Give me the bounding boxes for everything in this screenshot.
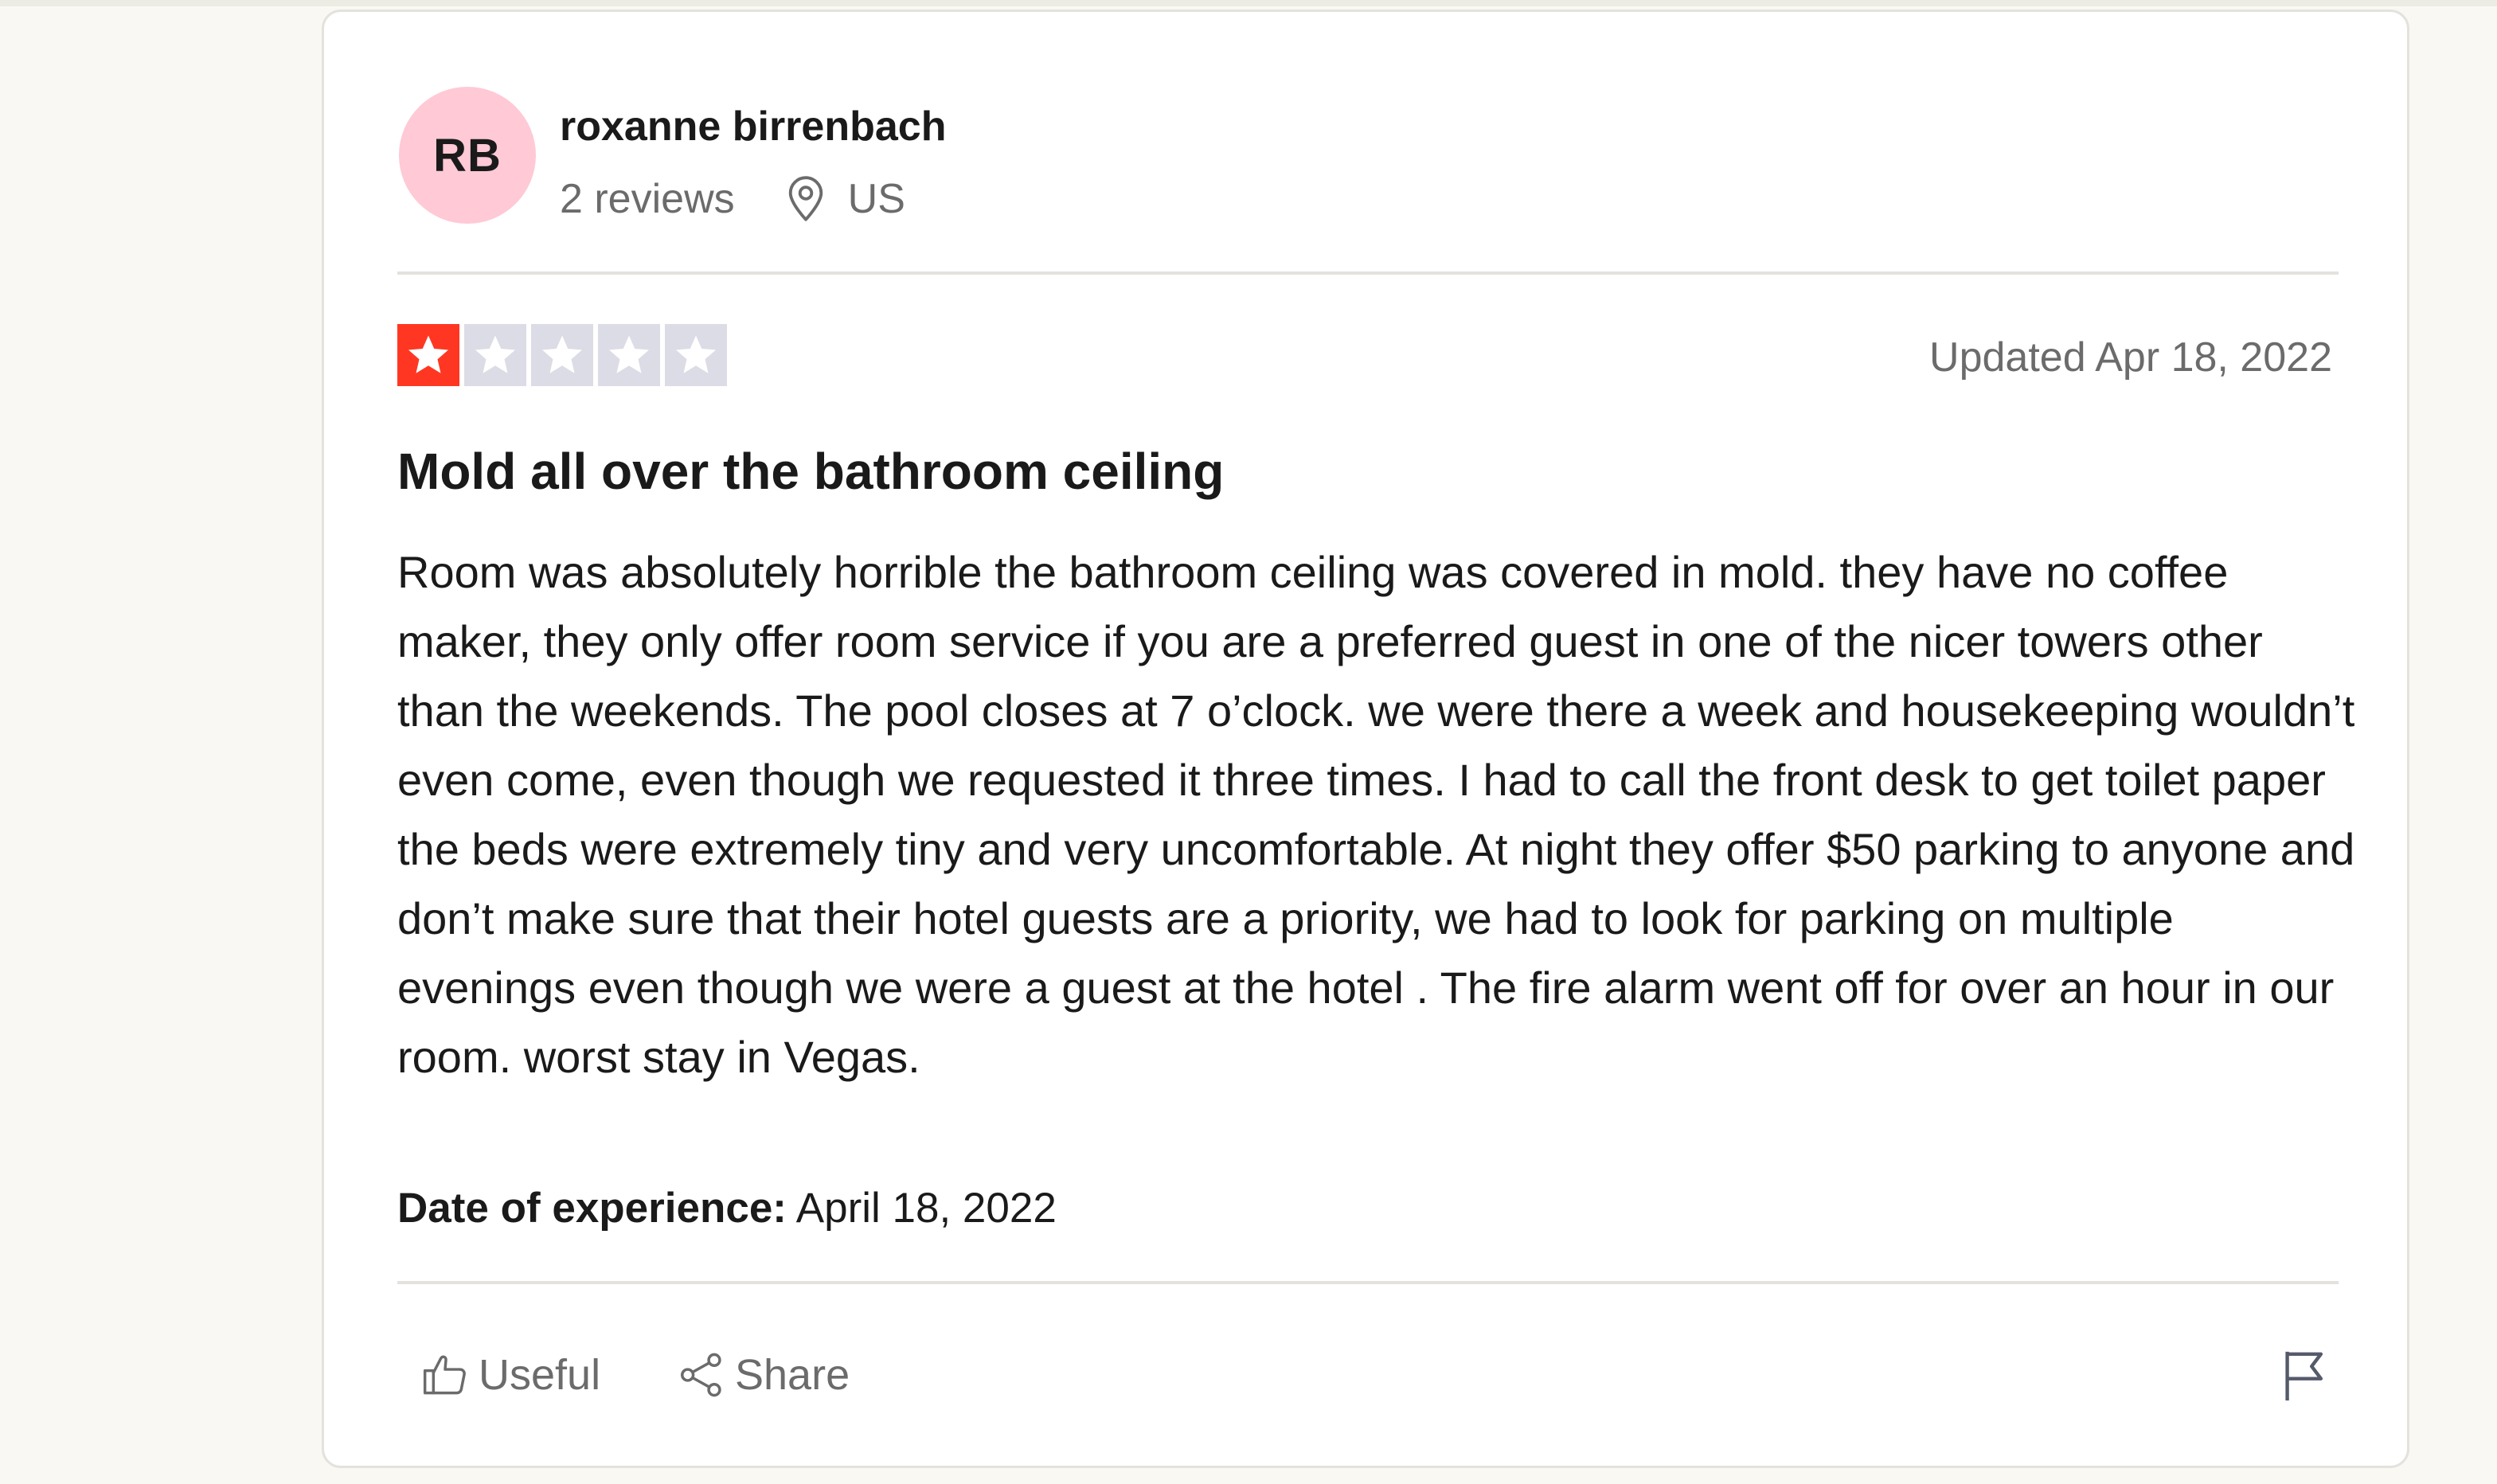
star-rating (397, 324, 732, 386)
page-top-edge (0, 0, 2497, 6)
useful-label: Useful (479, 1351, 601, 1399)
date-of-experience: Date of experience: April 18, 2022 (397, 1184, 1057, 1232)
thumbs-up-icon (423, 1355, 466, 1395)
updated-date: Updated Apr 18, 2022 (1929, 334, 2332, 381)
share-label: Share (735, 1351, 850, 1399)
review-body: Room was absolutely horrible the bathroo… (397, 547, 2355, 1082)
header-divider (397, 271, 2339, 275)
star-icon (531, 324, 593, 386)
footer-divider (397, 1281, 2339, 1284)
share-icon (681, 1353, 721, 1397)
reviewer-name[interactable]: roxanne birrenbach (560, 103, 946, 150)
flag-icon (2285, 1351, 2323, 1401)
review-card: RB roxanne birrenbach 2 reviews US Updat… (322, 10, 2409, 1468)
avatar[interactable]: RB (399, 87, 536, 224)
avatar-initials: RB (433, 129, 502, 182)
star-icon (598, 324, 660, 386)
experience-label: Date of experience: (397, 1185, 787, 1232)
star-icon (464, 324, 526, 386)
star-icon (665, 324, 727, 386)
review-count: 2 reviews (560, 176, 735, 222)
reviewer-country: US (847, 176, 905, 222)
location-pin-icon (784, 175, 827, 223)
reviewer-meta: 2 reviews US (560, 171, 905, 227)
experience-date: April 18, 2022 (795, 1185, 1057, 1232)
report-flag-button[interactable] (2275, 1343, 2332, 1407)
useful-button[interactable]: Useful (420, 1343, 600, 1407)
share-button[interactable]: Share (676, 1343, 850, 1407)
review-title[interactable]: Mold all over the bathroom ceiling (397, 442, 1224, 501)
star-icon (397, 324, 459, 386)
